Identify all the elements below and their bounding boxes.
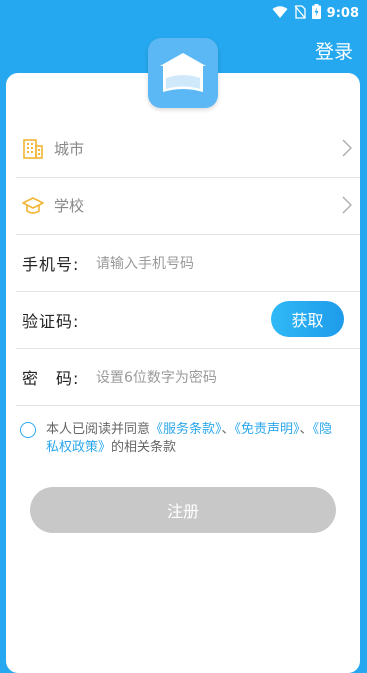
graduation-cap-icon bbox=[22, 195, 44, 217]
school-selector[interactable]: 学校 bbox=[16, 177, 360, 235]
status-time: 9:08 bbox=[326, 6, 359, 21]
chevron-right-icon bbox=[342, 139, 353, 161]
terms-link[interactable]: 《服务条款》 bbox=[150, 422, 222, 437]
city-selector[interactable]: 城市 bbox=[16, 120, 360, 178]
agreement-suffix: 的相关条款 bbox=[111, 440, 177, 455]
agree-radio[interactable] bbox=[20, 422, 36, 438]
phone-label: 手机号: bbox=[22, 254, 80, 274]
agreement: 本人已阅读并同意《服务条款》、《免责声明》、《隐私权政策》的相关条款 bbox=[20, 421, 340, 457]
status-bar: 9:08 bbox=[0, 0, 367, 24]
agreement-separator: 、 bbox=[299, 422, 313, 437]
status-icons: 9:08 bbox=[272, 4, 359, 23]
no-sim-icon bbox=[294, 4, 306, 23]
password-label: 密 码: bbox=[22, 368, 80, 388]
house-logo-icon bbox=[160, 53, 206, 92]
register-button[interactable]: 注册 bbox=[30, 487, 336, 533]
password-row: 密 码: 设置6位数字为密码 bbox=[16, 348, 360, 406]
phone-input[interactable]: 请输入手机号码 bbox=[96, 253, 194, 273]
get-code-button[interactable]: 获取 bbox=[271, 301, 344, 337]
password-input[interactable]: 设置6位数字为密码 bbox=[96, 367, 217, 387]
city-label: 城市 bbox=[54, 140, 85, 158]
agreement-prefix: 本人已阅读并同意 bbox=[46, 422, 151, 437]
verification-code-label: 验证码: bbox=[22, 311, 80, 331]
agreement-separator: 、 bbox=[221, 422, 235, 437]
building-icon bbox=[22, 138, 44, 160]
login-link[interactable]: 登录 bbox=[315, 37, 353, 64]
disclaimer-link[interactable]: 《免责声明》 bbox=[235, 422, 300, 437]
phone-row: 手机号: 请输入手机号码 bbox=[16, 234, 360, 292]
chevron-right-icon bbox=[342, 196, 353, 218]
wifi-icon bbox=[272, 4, 288, 23]
app-logo bbox=[148, 38, 218, 108]
school-label: 学校 bbox=[54, 197, 85, 215]
battery-charging-icon bbox=[311, 4, 321, 23]
verification-code-row: 验证码: 获取 bbox=[16, 291, 360, 349]
register-card: 城市 学校 手机号: 请输入手机号码 验证码: 获取 密 码: 设置6位数字为密… bbox=[6, 73, 360, 673]
